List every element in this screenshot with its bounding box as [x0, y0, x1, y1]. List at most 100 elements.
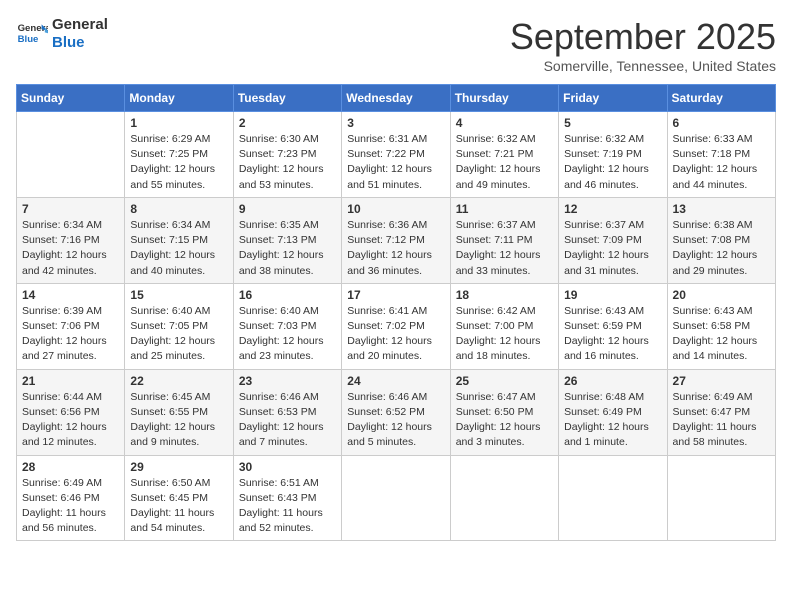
day-number: 20: [673, 288, 770, 302]
day-number: 15: [130, 288, 227, 302]
calendar-cell: 30 Sunrise: 6:51 AM Sunset: 6:43 PM Dayli…: [233, 455, 341, 541]
day-info: Sunrise: 6:39 AM Sunset: 7:06 PM Dayligh…: [22, 304, 119, 365]
col-header-wednesday: Wednesday: [342, 85, 450, 112]
calendar-cell: 23 Sunrise: 6:46 AM Sunset: 6:53 PM Dayli…: [233, 369, 341, 455]
col-header-thursday: Thursday: [450, 85, 558, 112]
day-number: 25: [456, 374, 553, 388]
day-info: Sunrise: 6:38 AM Sunset: 7:08 PM Dayligh…: [673, 218, 770, 279]
calendar-cell: 26 Sunrise: 6:48 AM Sunset: 6:49 PM Dayli…: [559, 369, 667, 455]
day-info: Sunrise: 6:49 AM Sunset: 6:46 PM Dayligh…: [22, 476, 119, 537]
day-number: 18: [456, 288, 553, 302]
calendar-week-row: 7 Sunrise: 6:34 AM Sunset: 7:16 PM Daylig…: [17, 197, 776, 283]
calendar-header-row: SundayMondayTuesdayWednesdayThursdayFrid…: [17, 85, 776, 112]
day-info: Sunrise: 6:44 AM Sunset: 6:56 PM Dayligh…: [22, 390, 119, 451]
day-info: Sunrise: 6:49 AM Sunset: 6:47 PM Dayligh…: [673, 390, 770, 451]
day-number: 26: [564, 374, 661, 388]
day-number: 23: [239, 374, 336, 388]
calendar-cell: 19 Sunrise: 6:43 AM Sunset: 6:59 PM Dayli…: [559, 283, 667, 369]
col-header-friday: Friday: [559, 85, 667, 112]
day-info: Sunrise: 6:35 AM Sunset: 7:13 PM Dayligh…: [239, 218, 336, 279]
day-number: 6: [673, 116, 770, 130]
day-info: Sunrise: 6:50 AM Sunset: 6:45 PM Dayligh…: [130, 476, 227, 537]
day-number: 3: [347, 116, 444, 130]
day-number: 30: [239, 460, 336, 474]
day-info: Sunrise: 6:46 AM Sunset: 6:53 PM Dayligh…: [239, 390, 336, 451]
calendar-cell: 13 Sunrise: 6:38 AM Sunset: 7:08 PM Dayli…: [667, 197, 775, 283]
day-info: Sunrise: 6:34 AM Sunset: 7:16 PM Dayligh…: [22, 218, 119, 279]
calendar-cell: [559, 455, 667, 541]
day-number: 19: [564, 288, 661, 302]
calendar-cell: 22Sunrise: 6:45 AM Sunset: 6:55 PM Dayli…: [125, 369, 233, 455]
day-info: Sunrise: 6:51 AM Sunset: 6:43 PM Dayligh…: [239, 476, 336, 537]
calendar-cell: 25 Sunrise: 6:47 AM Sunset: 6:50 PM Dayli…: [450, 369, 558, 455]
calendar-cell: 27 Sunrise: 6:49 AM Sunset: 6:47 PM Dayli…: [667, 369, 775, 455]
day-number: 24: [347, 374, 444, 388]
calendar-cell: 28 Sunrise: 6:49 AM Sunset: 6:46 PM Dayli…: [17, 455, 125, 541]
day-info: Sunrise: 6:37 AM Sunset: 7:09 PM Dayligh…: [564, 218, 661, 279]
day-number: 10: [347, 202, 444, 216]
calendar-cell: 9 Sunrise: 6:35 AM Sunset: 7:13 PM Daylig…: [233, 197, 341, 283]
calendar-cell: 29 Sunrise: 6:50 AM Sunset: 6:45 PM Dayli…: [125, 455, 233, 541]
day-info: Sunrise: 6:40 AM Sunset: 7:05 PM Dayligh…: [130, 304, 227, 365]
day-number: 7: [22, 202, 119, 216]
day-info: Sunrise: 6:46 AM Sunset: 6:52 PM Dayligh…: [347, 390, 444, 451]
day-number: 21: [22, 374, 119, 388]
day-info: Sunrise: 6:36 AM Sunset: 7:12 PM Dayligh…: [347, 218, 444, 279]
calendar-cell: 4 Sunrise: 6:32 AM Sunset: 7:21 PM Daylig…: [450, 112, 558, 198]
day-number: 4: [456, 116, 553, 130]
day-info: Sunrise: 6:43 AM Sunset: 6:59 PM Dayligh…: [564, 304, 661, 365]
col-header-monday: Monday: [125, 85, 233, 112]
day-number: 2: [239, 116, 336, 130]
calendar-cell: 24 Sunrise: 6:46 AM Sunset: 6:52 PM Dayli…: [342, 369, 450, 455]
logo-icon: General Blue: [16, 18, 48, 50]
calendar-table: SundayMondayTuesdayWednesdayThursdayFrid…: [16, 84, 776, 541]
logo: General Blue General Blue: [16, 16, 108, 52]
title-block: September 2025 Somerville, Tennessee, Un…: [510, 16, 776, 74]
day-number: 9: [239, 202, 336, 216]
day-number: 27: [673, 374, 770, 388]
calendar-cell: 10 Sunrise: 6:36 AM Sunset: 7:12 PM Dayli…: [342, 197, 450, 283]
calendar-cell: 12Sunrise: 6:37 AM Sunset: 7:09 PM Dayli…: [559, 197, 667, 283]
day-number: 22: [130, 374, 227, 388]
calendar-cell: 17Sunrise: 6:41 AM Sunset: 7:02 PM Dayli…: [342, 283, 450, 369]
day-info: Sunrise: 6:31 AM Sunset: 7:22 PM Dayligh…: [347, 132, 444, 193]
calendar-cell: 14 Sunrise: 6:39 AM Sunset: 7:06 PM Dayli…: [17, 283, 125, 369]
day-info: Sunrise: 6:30 AM Sunset: 7:23 PM Dayligh…: [239, 132, 336, 193]
day-info: Sunrise: 6:32 AM Sunset: 7:21 PM Dayligh…: [456, 132, 553, 193]
day-info: Sunrise: 6:37 AM Sunset: 7:11 PM Dayligh…: [456, 218, 553, 279]
logo-text-blue: Blue: [52, 34, 108, 52]
month-title: September 2025: [510, 16, 776, 58]
day-info: Sunrise: 6:33 AM Sunset: 7:18 PM Dayligh…: [673, 132, 770, 193]
col-header-tuesday: Tuesday: [233, 85, 341, 112]
calendar-cell: 21 Sunrise: 6:44 AM Sunset: 6:56 PM Dayli…: [17, 369, 125, 455]
calendar-cell: 15 Sunrise: 6:40 AM Sunset: 7:05 PM Dayli…: [125, 283, 233, 369]
calendar-cell: [667, 455, 775, 541]
day-info: Sunrise: 6:47 AM Sunset: 6:50 PM Dayligh…: [456, 390, 553, 451]
calendar-cell: 5Sunrise: 6:32 AM Sunset: 7:19 PM Daylig…: [559, 112, 667, 198]
day-number: 14: [22, 288, 119, 302]
calendar-cell: 11 Sunrise: 6:37 AM Sunset: 7:11 PM Dayli…: [450, 197, 558, 283]
day-info: Sunrise: 6:43 AM Sunset: 6:58 PM Dayligh…: [673, 304, 770, 365]
calendar-cell: 8 Sunrise: 6:34 AM Sunset: 7:15 PM Daylig…: [125, 197, 233, 283]
day-number: 11: [456, 202, 553, 216]
day-number: 28: [22, 460, 119, 474]
day-number: 1: [130, 116, 227, 130]
day-number: 13: [673, 202, 770, 216]
calendar-cell: 2 Sunrise: 6:30 AM Sunset: 7:23 PM Daylig…: [233, 112, 341, 198]
day-number: 29: [130, 460, 227, 474]
calendar-week-row: 1 Sunrise: 6:29 AM Sunset: 7:25 PM Daylig…: [17, 112, 776, 198]
day-info: Sunrise: 6:34 AM Sunset: 7:15 PM Dayligh…: [130, 218, 227, 279]
calendar-cell: 3 Sunrise: 6:31 AM Sunset: 7:22 PM Daylig…: [342, 112, 450, 198]
calendar-cell: 16Sunrise: 6:40 AM Sunset: 7:03 PM Dayli…: [233, 283, 341, 369]
page-header: General Blue General Blue September 2025…: [16, 16, 776, 74]
svg-text:Blue: Blue: [18, 34, 39, 45]
day-number: 8: [130, 202, 227, 216]
day-info: Sunrise: 6:32 AM Sunset: 7:19 PM Dayligh…: [564, 132, 661, 193]
col-header-sunday: Sunday: [17, 85, 125, 112]
col-header-saturday: Saturday: [667, 85, 775, 112]
day-number: 16: [239, 288, 336, 302]
day-info: Sunrise: 6:48 AM Sunset: 6:49 PM Dayligh…: [564, 390, 661, 451]
day-info: Sunrise: 6:29 AM Sunset: 7:25 PM Dayligh…: [130, 132, 227, 193]
logo-text-general: General: [52, 16, 108, 34]
calendar-cell: [17, 112, 125, 198]
